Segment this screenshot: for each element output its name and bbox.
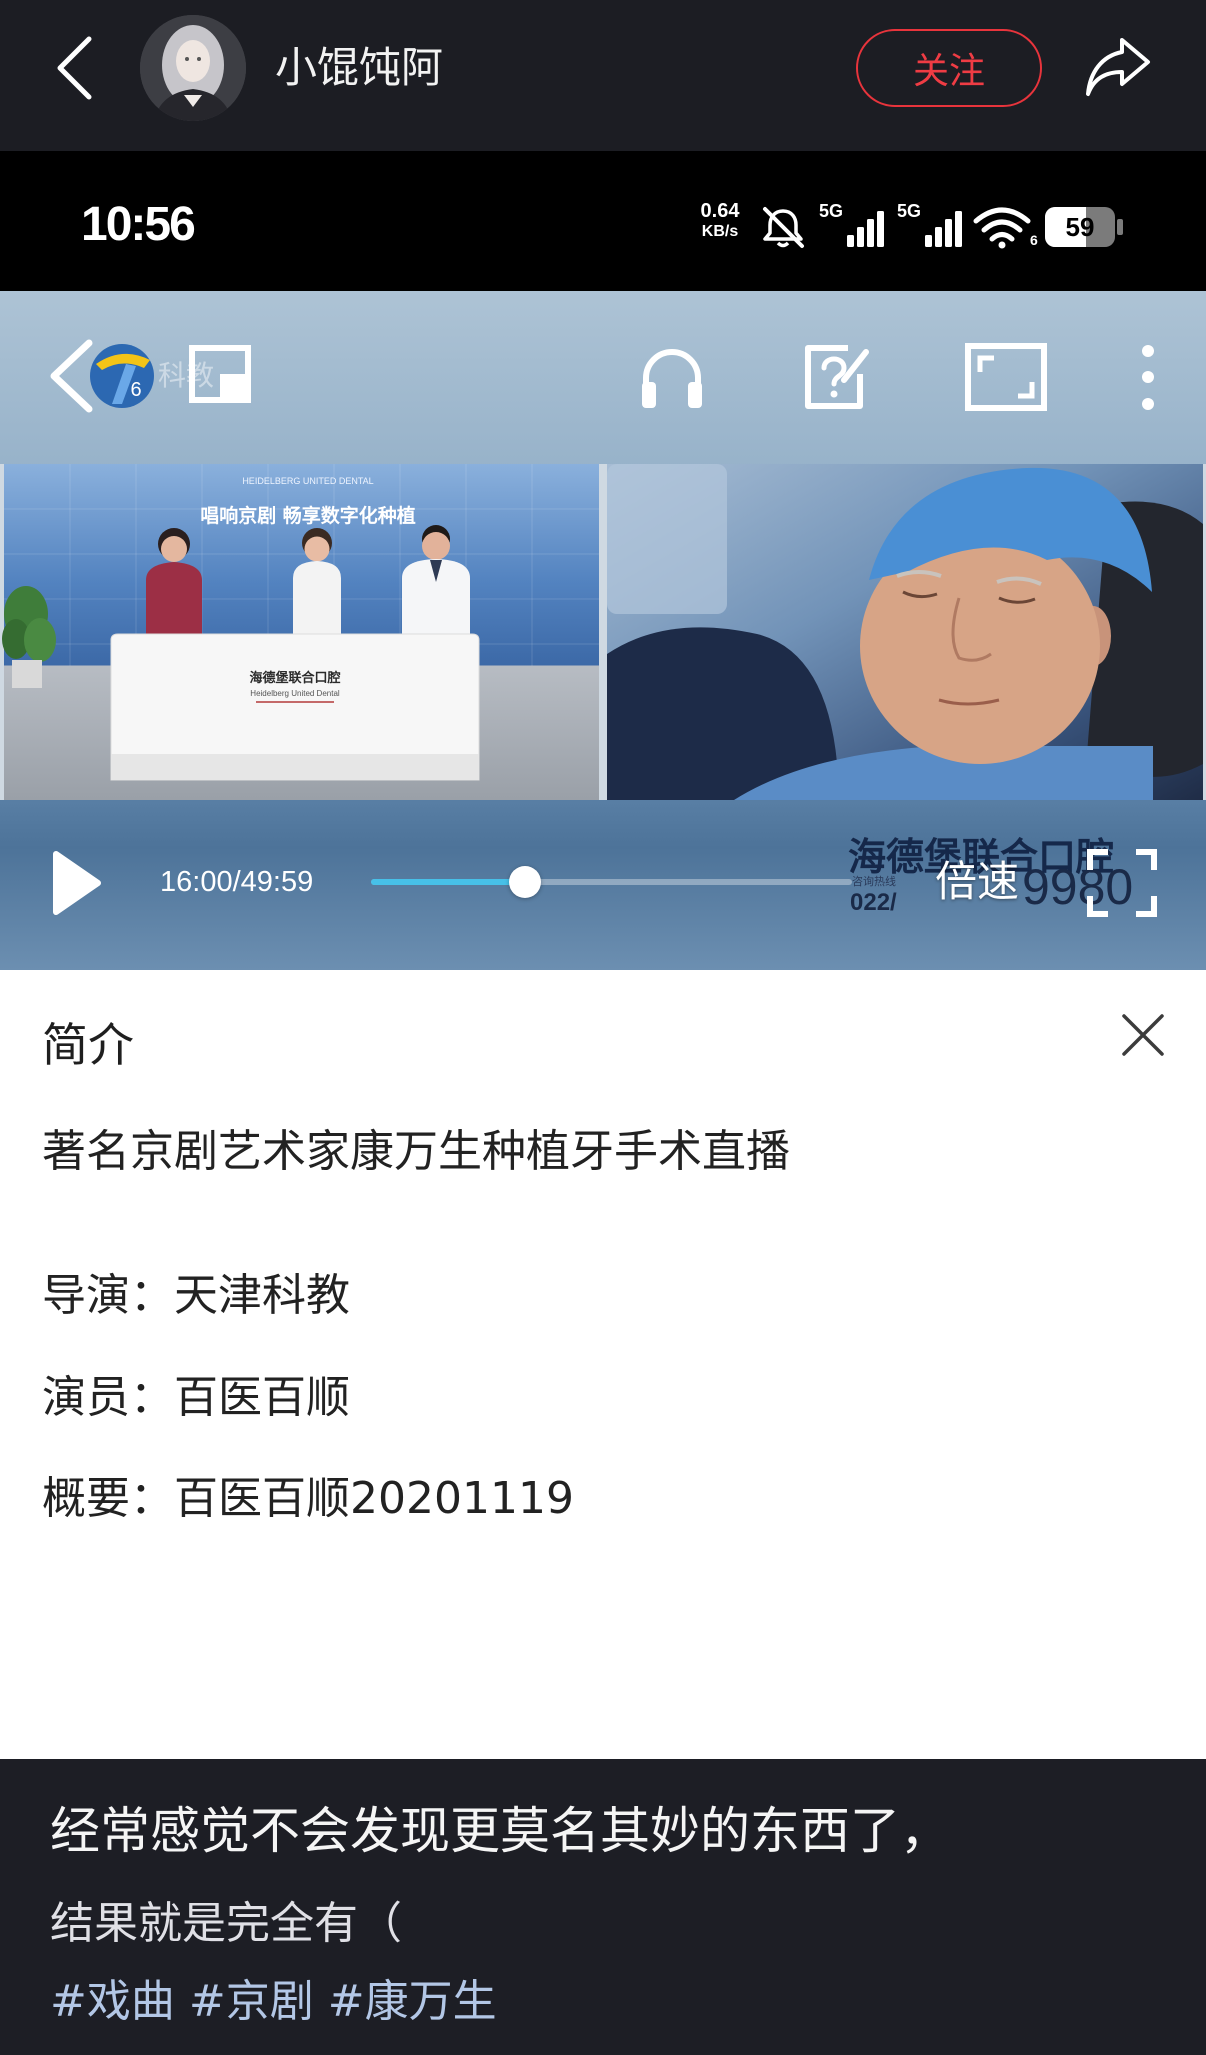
status-time: 10:56 (81, 198, 196, 251)
fullscreen-icon (1087, 849, 1157, 917)
question-edit-icon (805, 345, 869, 409)
post-text-line1: 经常感觉不会发现更莫名其妙的东西了， (50, 1802, 950, 1860)
sim2-network-type: 5G (897, 201, 922, 221)
video-patient-panel (607, 464, 1203, 800)
progress-thumb[interactable] (508, 866, 541, 898)
video-frame[interactable]: HEIDELBERG UNITED DENTAL 唱响京剧 畅享数字化种植 海德… (0, 464, 1206, 800)
intro-row-label: 概要： (42, 1473, 174, 1524)
intro-title: 简介 (42, 1018, 134, 1072)
screen-mode-button[interactable] (964, 342, 1048, 412)
ad-overlay-phone-prefix: 022/ (850, 889, 897, 916)
wifi-icon (972, 205, 1032, 249)
battery-tip (1117, 219, 1123, 235)
intro-row-value: 天津科教 (174, 1270, 350, 1321)
back-button[interactable] (44, 30, 104, 110)
intro-row-label: 演员： (42, 1372, 174, 1423)
avatar-image (140, 15, 246, 121)
video-studio-panel: HEIDELBERG UNITED DENTAL 唱响京剧 畅享数字化种植 海德… (2, 464, 599, 800)
chevron-left-icon (57, 36, 92, 100)
ad-overlay-hotline-label: 咨询热线 (852, 875, 896, 888)
progress-bar[interactable] (371, 879, 852, 885)
playback-time: 16:00/49:59 (160, 866, 314, 898)
fullscreen-button[interactable] (1084, 846, 1160, 920)
play-button[interactable] (46, 846, 106, 920)
network-speed: 0.64 KB/s (690, 200, 750, 242)
network-speed-value: 0.64 (700, 200, 740, 222)
hashtag-link[interactable]: #京剧 (189, 1976, 314, 2027)
close-button[interactable] (1118, 1010, 1168, 1060)
desk-name-en: Heidelberg United Dental (250, 689, 340, 698)
background-staff (607, 464, 727, 614)
avatar[interactable] (140, 15, 246, 121)
channel-logo-digit: 6 (130, 379, 141, 401)
channel-logo-icon: 6 (90, 344, 154, 408)
intro-row-label: 导演： (42, 1270, 174, 1321)
follow-button[interactable]: 关注 (856, 29, 1042, 107)
hashtag-link[interactable]: #康万生 (328, 1976, 497, 2027)
feedback-button[interactable] (800, 342, 872, 412)
post-text-line2: 结果就是完全有（ (50, 1898, 402, 1949)
more-button[interactable] (1132, 340, 1164, 416)
studio-banner-en: HEIDELBERG UNITED DENTAL (242, 476, 373, 486)
desk-name-cn: 海德堡联合口腔 (249, 670, 340, 686)
picture-in-picture-icon (189, 345, 251, 403)
share-button[interactable] (1082, 34, 1154, 100)
play-icon (53, 851, 101, 915)
intro-headline: 著名京剧艺术家康万生种植牙手术直播 (42, 1126, 790, 1177)
studio-banner-title: 唱响京剧 畅享数字化种植 (200, 504, 416, 527)
sim1-network-type: 5G (819, 201, 844, 221)
studio-desk: 海德堡联合口腔 Heidelberg United Dental (110, 633, 480, 781)
headphones-icon (642, 349, 702, 408)
more-vertical-icon (1142, 345, 1154, 410)
bell-muted-icon (758, 205, 808, 249)
intro-row-value: 百医百顺 (174, 1372, 350, 1423)
intro-panel (0, 970, 1206, 1759)
battery-icon: 59 (1045, 207, 1115, 247)
intro-row-value: 百医百顺20201119 (174, 1473, 574, 1524)
wifi-standard-badge: 6 (1030, 232, 1038, 248)
close-icon (1122, 1014, 1164, 1056)
username[interactable]: 小馄饨阿 (275, 40, 443, 96)
intro-row-summary: 概要：百医百顺20201119 (42, 1473, 574, 1525)
share-icon (1086, 38, 1150, 96)
progress-fill (371, 879, 525, 885)
audio-mode-button[interactable] (636, 342, 708, 412)
intro-row-cast: 演员：百医百顺 (42, 1372, 350, 1424)
channel-logo: 6 (86, 340, 158, 412)
screen-icon (965, 343, 1047, 411)
battery-level: 59 (1065, 212, 1095, 242)
hashtag-link[interactable]: #戏曲 (50, 1976, 175, 2027)
sim2-signal: 5G (897, 201, 967, 249)
pip-button[interactable] (188, 344, 256, 408)
sim1-signal: 5G (819, 201, 889, 249)
playback-speed-button[interactable]: 倍速 (935, 858, 1019, 906)
network-speed-unit: KB/s (701, 223, 739, 240)
intro-row-director: 导演：天津科教 (42, 1270, 350, 1322)
post-hashtags: #戏曲 #京剧 #康万生 (50, 1977, 511, 2027)
